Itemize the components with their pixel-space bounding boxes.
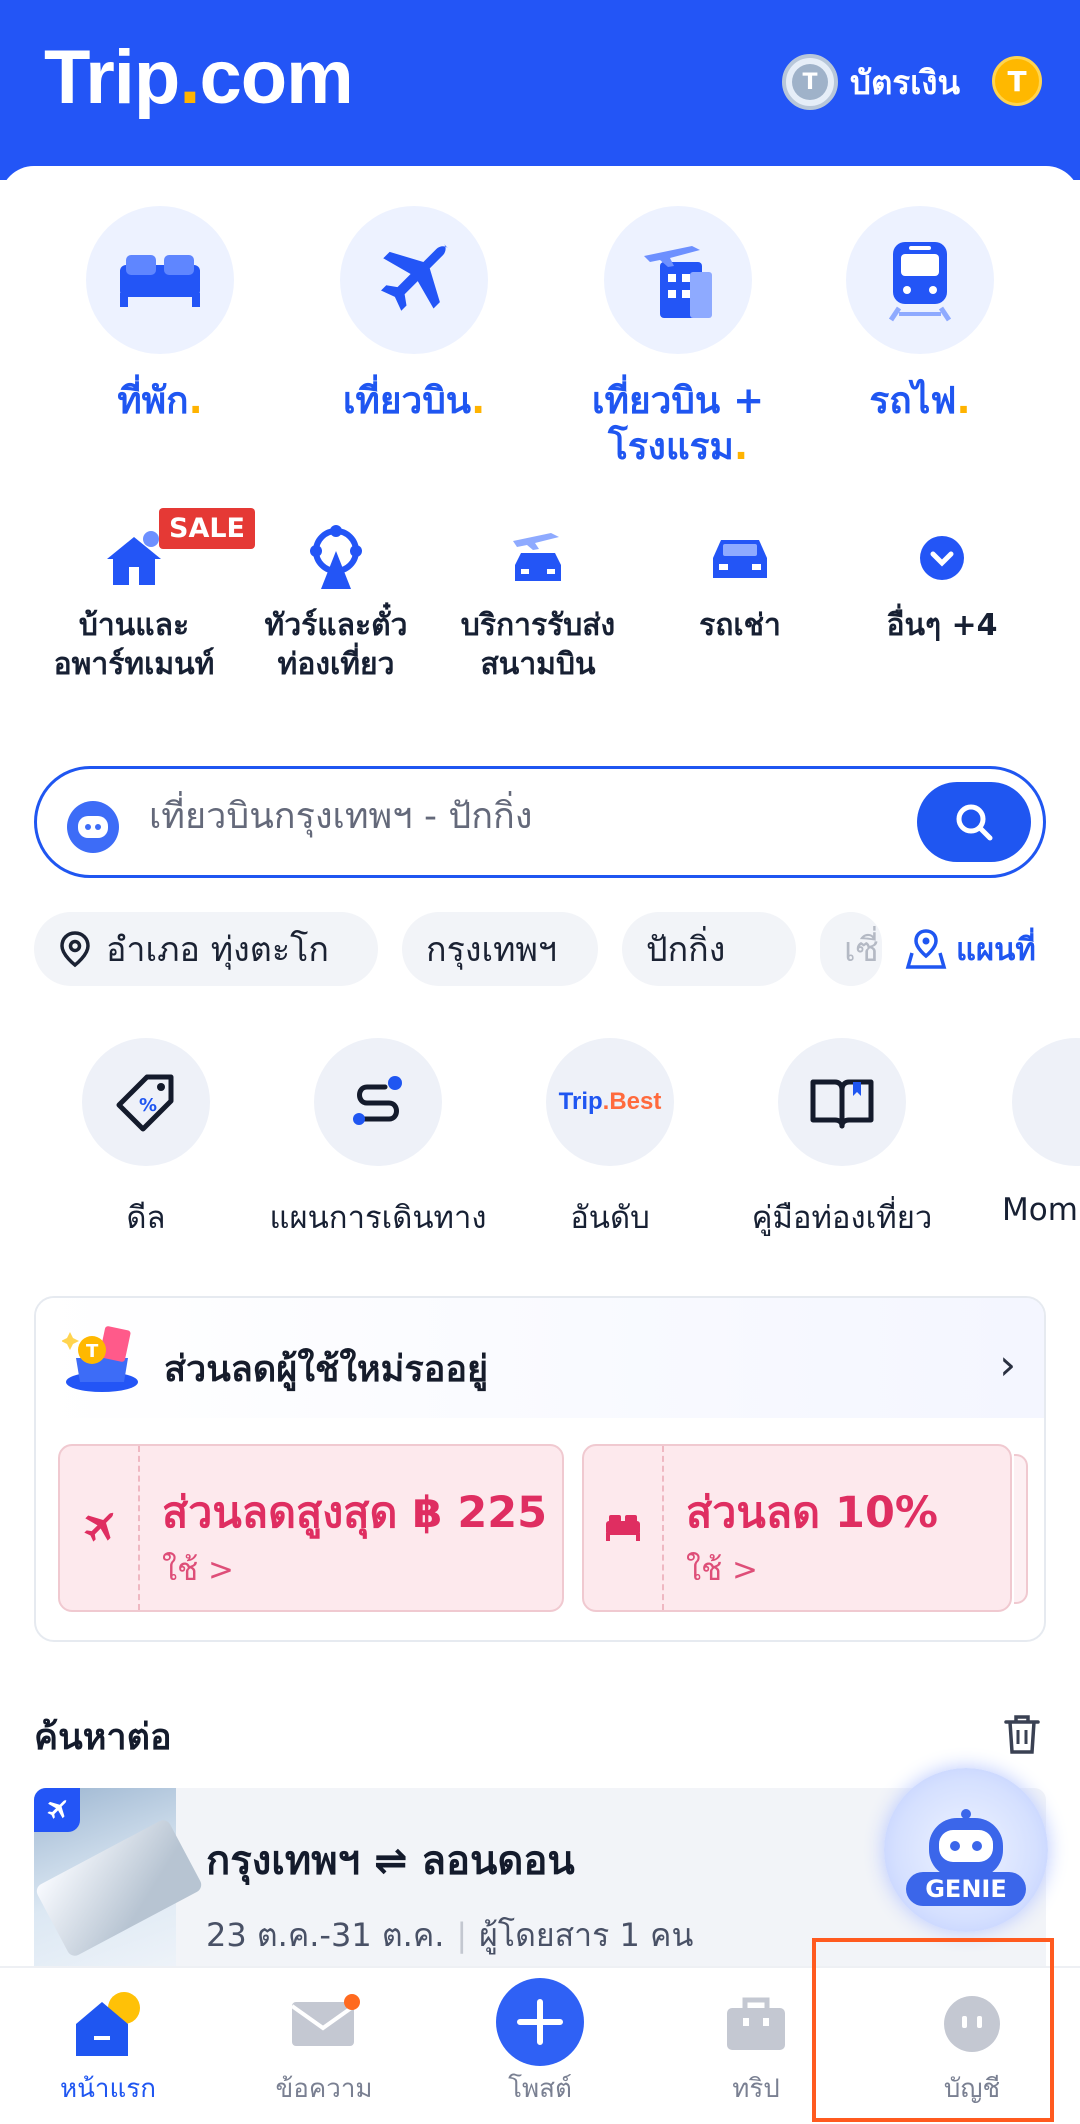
ferris-wheel-icon: [246, 510, 426, 606]
service-tours-tickets[interactable]: ทัวร์และตั๋ว ท่องเที่ยว: [246, 510, 426, 684]
route-details: 23 ต.ค.-31 ต.ค. | ผู้โดยสาร 1 คน: [206, 1916, 694, 1954]
tab-messages[interactable]: ข้อความ: [216, 1968, 432, 2124]
coupon-amount: ส่วนลดสูงสุด ฿ 225: [162, 1488, 548, 1538]
route-icon: [314, 1038, 442, 1166]
tab-post[interactable]: โพสต์: [432, 1968, 648, 2124]
tool-rankings[interactable]: Trip.Best อันดับ: [500, 1038, 720, 1242]
trip-card-button[interactable]: T บัตรเงิน: [782, 54, 960, 110]
coin-icon[interactable]: T: [992, 56, 1042, 106]
service-label: รถไฟ: [869, 379, 957, 422]
bed-icon: [86, 206, 234, 354]
service-label: ที่พัก: [117, 379, 189, 422]
trip-best-icon: Trip.Best: [546, 1038, 674, 1166]
coupon-hotel[interactable]: ส่วนลด 10% ใช้ >: [582, 1444, 1012, 1612]
car-icon: [650, 510, 830, 606]
chip-location[interactable]: เซี่: [820, 912, 882, 986]
service-airport-transfer[interactable]: บริการรับส่ง สนามบิน: [448, 510, 628, 684]
chip-location[interactable]: ปักกิ่ง: [622, 912, 796, 986]
header: Trip.com T บัตรเงิน T: [0, 0, 1080, 180]
tool-deals[interactable]: % ดีล: [36, 1038, 256, 1242]
new-user-promo-card[interactable]: T ส่วนลดผู้ใช้ใหม่รออยู่ › ส่วนลดสูงสุด …: [34, 1296, 1046, 1642]
location-pin-icon: [60, 931, 90, 968]
service-car-rental[interactable]: รถเช่า: [650, 510, 830, 645]
trip-genie-icon: [67, 801, 119, 853]
mail-icon: [286, 1990, 362, 2058]
tool-moments[interactable]: Mom: [964, 1038, 1080, 1228]
service-more[interactable]: อื่นๆ +4: [852, 510, 1032, 645]
sale-badge: SALE: [159, 508, 255, 549]
chip-current-location[interactable]: อำเภอ ทุ่งตะโก: [34, 912, 378, 986]
map-link[interactable]: แผนที่: [904, 924, 1036, 974]
search-input[interactable]: เที่ยวบินกรุงเทพฯ - ปักกิ่ง: [149, 787, 532, 844]
trip-coin-badge-icon: T: [782, 54, 838, 110]
coupon-use-link[interactable]: ใช้ >: [686, 1544, 758, 1594]
search-icon: [956, 804, 993, 841]
service-label: เที่ยวบิน: [342, 379, 472, 422]
chevron-right-icon[interactable]: ›: [999, 1340, 1016, 1389]
plane-icon: [340, 206, 488, 354]
service-label: เที่ยวบิน +: [591, 379, 765, 422]
plane-icon: [60, 1446, 140, 1610]
route-title: กรุงเทพฯ ⇌ ลอนดอน: [206, 1838, 575, 1884]
airport-transfer-icon: [448, 510, 628, 606]
coupon-use-link[interactable]: ใช้ >: [162, 1544, 234, 1594]
trash-icon[interactable]: [1000, 1712, 1044, 1760]
account-tab-highlight-box: [812, 1938, 1054, 2122]
moments-icon: [1012, 1038, 1080, 1166]
tool-itinerary[interactable]: แผนการเดินทาง: [268, 1038, 488, 1242]
tag-icon: %: [82, 1038, 210, 1166]
train-icon: [846, 206, 994, 354]
plane-icon: [34, 1788, 80, 1832]
service-hotel[interactable]: ที่พัก.: [80, 206, 240, 424]
coupon-flight[interactable]: ส่วนลดสูงสุด ฿ 225 ใช้ >: [58, 1444, 564, 1612]
recent-searches-title: ค้นหาต่อ: [34, 1717, 172, 1758]
svg-text:%: %: [139, 1095, 157, 1116]
coupon-stack-edge: [1014, 1454, 1028, 1604]
service-label-line2: โรงแรม: [608, 425, 734, 469]
genie-assistant-button[interactable]: GENIE: [884, 1768, 1048, 1932]
suitcase-icon: [721, 1990, 791, 2058]
bed-icon: [584, 1446, 664, 1610]
search-button[interactable]: [917, 782, 1031, 862]
trip-home-screen: Trip.com T บัตรเงิน T ที่พัก. เที่ยวบิน.…: [0, 0, 1080, 2124]
tab-home[interactable]: หน้าแรก: [0, 1968, 216, 2124]
home-icon: [70, 1990, 146, 2064]
chip-location[interactable]: กรุงเทพฯ: [402, 912, 598, 986]
service-flight[interactable]: เที่ยวบิน.: [334, 206, 494, 424]
gift-hat-icon: T: [61, 1324, 142, 1402]
tool-travel-guide[interactable]: คู่มือท่องเที่ยว: [732, 1038, 952, 1242]
service-flight-hotel[interactable]: เที่ยวบิน + โรงแรม.: [588, 206, 768, 471]
coupon-amount: ส่วนลด 10%: [686, 1488, 938, 1538]
svg-text:T: T: [86, 1341, 99, 1362]
promo-title: ส่วนลดผู้ใช้ใหม่รออยู่: [164, 1349, 489, 1390]
book-icon: [778, 1038, 906, 1166]
genie-label: GENIE: [906, 1872, 1026, 1906]
plus-icon: [494, 1976, 586, 2072]
chevron-down-icon: [852, 510, 1032, 606]
flight-hotel-icon: [604, 206, 752, 354]
service-train[interactable]: รถไฟ.: [840, 206, 1000, 424]
map-pin-icon: [905, 929, 947, 969]
trip-logo: Trip.com: [44, 35, 354, 120]
search-bar[interactable]: เที่ยวบินกรุงเทพฯ - ปักกิ่ง: [34, 766, 1046, 878]
card-label: บัตรเงิน: [850, 62, 961, 102]
